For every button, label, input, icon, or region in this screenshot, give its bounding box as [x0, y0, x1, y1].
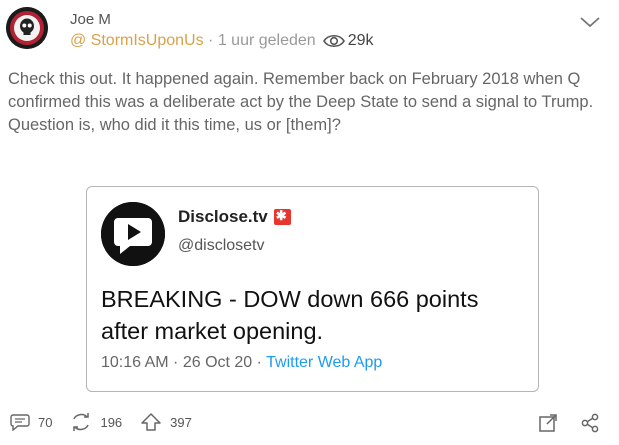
embed-footer: 10:16 AM · 26 Oct 20 · Twitter Web App — [101, 354, 382, 372]
repost-count: 196 — [100, 414, 123, 430]
author-handle[interactable]: @ StormIsUponUs — [70, 32, 204, 50]
embed-account-handle[interactable]: @disclosetv — [178, 237, 265, 255]
upvote-button[interactable]: 397 — [140, 412, 192, 432]
author-name[interactable]: Joe M — [70, 11, 111, 28]
post-body: Check this out. It happened again. Remem… — [8, 70, 594, 134]
comment-button[interactable]: 70 — [10, 413, 52, 431]
embed-text: BREAKING - DOW down 666 points after mar… — [101, 286, 479, 344]
view-count: 29k — [316, 32, 374, 50]
play-bubble-logo-icon — [101, 202, 165, 266]
comment-icon — [10, 414, 30, 431]
post-time: 1 uur geleden — [217, 32, 316, 49]
eye-icon — [322, 34, 345, 48]
comment-count: 70 — [38, 414, 53, 430]
meta-separator: · — [203, 32, 218, 49]
expand-icon[interactable] — [538, 413, 558, 433]
embed-account-logo[interactable] — [101, 202, 165, 266]
author-avatar[interactable] — [6, 7, 48, 49]
repost-button[interactable]: 196 — [70, 412, 122, 432]
embed-account-name[interactable]: Disclose.tv — [178, 207, 291, 227]
embedded-tweet[interactable]: Disclose.tv @disclosetv BREAKING - DOW d… — [86, 186, 539, 392]
view-count-value: 29k — [347, 32, 374, 49]
action-bar: 70 196 397 — [10, 412, 210, 432]
embed-source-link[interactable]: Twitter Web App — [266, 354, 382, 371]
upvote-count: 397 — [170, 414, 192, 430]
upvote-arrow-icon — [141, 413, 161, 431]
post-meta: @ StormIsUponUs · 1 uur geleden 29k — [70, 32, 373, 50]
embed-name-text: Disclose.tv — [178, 207, 268, 226]
secondary-actions — [538, 413, 619, 433]
embed-time: 10:16 AM · 26 Oct 20 · — [101, 354, 267, 371]
siren-icon — [273, 208, 291, 225]
skull-flag-avatar-icon — [6, 7, 48, 49]
repost-icon — [73, 413, 90, 431]
share-icon[interactable] — [580, 413, 600, 433]
chevron-down-icon[interactable] — [578, 12, 602, 32]
